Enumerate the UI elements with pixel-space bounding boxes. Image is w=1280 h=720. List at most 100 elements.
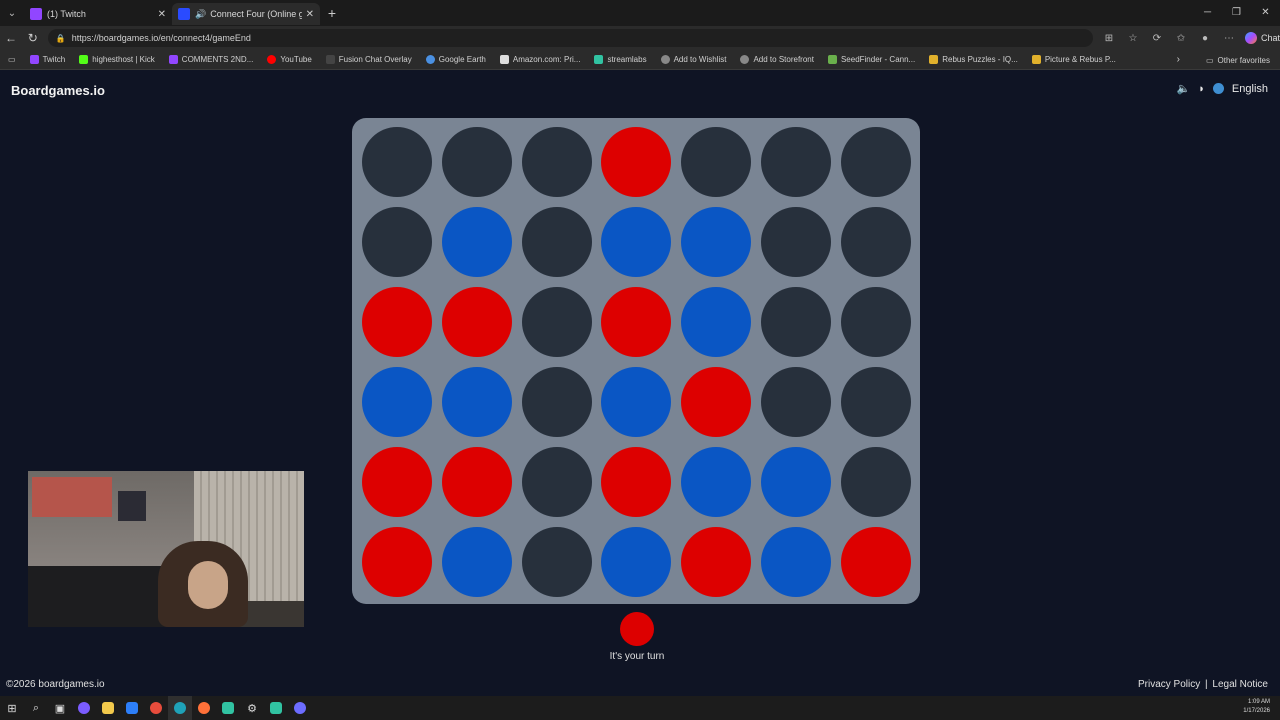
streamlabs-icon[interactable] <box>216 696 240 720</box>
bookmark-item[interactable]: Add to Storefront <box>740 55 814 64</box>
minimize-icon[interactable]: ─ <box>1193 0 1222 26</box>
obs-icon[interactable] <box>288 696 312 720</box>
search-icon[interactable]: ⌕ <box>24 696 48 720</box>
board-cell-blue[interactable] <box>441 527 512 597</box>
board-cell-red[interactable] <box>362 447 432 517</box>
extensions-icon[interactable]: ⟳ <box>1145 33 1169 44</box>
start-menu-icon[interactable]: ⊞ <box>0 696 24 720</box>
firefox-icon[interactable] <box>192 696 216 720</box>
bookmark-item[interactable]: Google Earth <box>425 55 486 64</box>
edge-icon[interactable] <box>168 696 192 720</box>
chrome-icon[interactable] <box>144 696 168 720</box>
privacy-policy-link[interactable]: Privacy Policy <box>1138 679 1200 690</box>
board-cell-empty[interactable] <box>521 527 592 597</box>
board-cell-empty[interactable] <box>362 127 432 197</box>
sound-icon[interactable]: 🔈 <box>1177 82 1191 95</box>
board-cell-empty[interactable] <box>521 447 592 517</box>
connect-four-board[interactable] <box>352 118 920 604</box>
board-cell-red[interactable] <box>441 447 512 517</box>
board-cell-blue[interactable] <box>362 367 432 437</box>
bookmark-item[interactable]: Twitch <box>29 55 65 64</box>
bookmark-item[interactable]: COMMENTS 2ND... <box>168 55 253 64</box>
board-cell-blue[interactable] <box>601 367 672 437</box>
url-input[interactable]: 🔒 https://boardgames.io/en/connect4/game… <box>47 29 1093 47</box>
board-cell-empty[interactable] <box>840 367 911 437</box>
bookmark-item[interactable]: YouTube <box>267 55 312 64</box>
board-cell-blue[interactable] <box>681 447 752 517</box>
board-cell-empty[interactable] <box>761 127 831 197</box>
refresh-icon[interactable]: ↻ <box>22 31 44 45</box>
tab-connect-four[interactable]: 🔊 Connect Four (Online game I ✕ <box>172 3 320 25</box>
board-cell-blue[interactable] <box>681 207 752 277</box>
board-cell-blue[interactable] <box>681 287 752 357</box>
board-cell-blue[interactable] <box>441 207 512 277</box>
system-clock[interactable]: 1:09 AM 1/17/2026 <box>1243 698 1270 716</box>
board-cell-empty[interactable] <box>840 127 911 197</box>
dark-mode-icon[interactable]: ◗ <box>1198 83 1205 95</box>
profile-avatar-icon[interactable]: ● <box>1193 33 1217 44</box>
back-arrow-icon[interactable]: ← <box>0 31 22 45</box>
board-cell-red[interactable] <box>681 527 752 597</box>
favorite-star-icon[interactable]: ☆ <box>1121 33 1145 44</box>
bookmark-item[interactable]: highesthost | Kick <box>79 55 155 64</box>
task-view-icon[interactable]: ▣ <box>48 696 72 720</box>
copilot-chat-button[interactable]: Chat <box>1244 32 1280 44</box>
board-cell-red[interactable] <box>601 127 672 197</box>
bookmark-item[interactable]: Fusion Chat Overlay <box>325 55 412 64</box>
bookmark-item[interactable]: Add to Wishlist <box>660 55 726 64</box>
board-cell-empty[interactable] <box>521 127 592 197</box>
restore-icon[interactable]: ❐ <box>1222 0 1251 26</box>
favorites-icon[interactable]: ✩ <box>1169 33 1193 44</box>
board-cell-red[interactable] <box>601 287 672 357</box>
board-cell-red[interactable] <box>601 447 672 517</box>
bookmarks-menu-icon[interactable]: ▭ <box>8 55 16 64</box>
app-icon[interactable] <box>264 696 288 720</box>
file-explorer-icon[interactable] <box>96 696 120 720</box>
board-cell-blue[interactable] <box>441 367 512 437</box>
language-selector[interactable]: English <box>1232 83 1268 95</box>
board-cell-empty[interactable] <box>362 207 432 277</box>
board-cell-red[interactable] <box>441 287 512 357</box>
board-cell-empty[interactable] <box>840 287 911 357</box>
board-cell-blue[interactable] <box>761 447 831 517</box>
more-menu-icon[interactable]: ⋯ <box>1217 33 1241 44</box>
other-favorites-folder[interactable]: ▭ Other favorites <box>1206 50 1270 70</box>
board-cell-empty[interactable] <box>761 287 831 357</box>
tab-twitch[interactable]: (1) Twitch ✕ <box>24 3 172 25</box>
tab-actions-menu-icon[interactable]: ⌄ <box>0 0 24 26</box>
bookmark-item[interactable]: streamlabs <box>594 55 647 64</box>
board-cell-empty[interactable] <box>521 287 592 357</box>
board-cell-empty[interactable] <box>761 367 831 437</box>
store-icon[interactable] <box>120 696 144 720</box>
chevron-right-icon[interactable]: › <box>1177 50 1180 70</box>
board-cell-blue[interactable] <box>601 207 672 277</box>
board-cell-empty[interactable] <box>761 207 831 277</box>
speaker-icon[interactable]: 🔊 <box>195 9 206 20</box>
app-available-icon[interactable]: ⊞ <box>1097 33 1121 44</box>
board-cell-red[interactable] <box>362 527 432 597</box>
board-cell-blue[interactable] <box>761 527 831 597</box>
copilot-icon[interactable] <box>72 696 96 720</box>
bookmark-item[interactable]: Amazon.com: Pri... <box>499 55 580 64</box>
bookmark-item[interactable]: Rebus Puzzles - IQ... <box>929 55 1018 64</box>
board-cell-empty[interactable] <box>521 367 592 437</box>
board-cell-red[interactable] <box>362 287 432 357</box>
settings-icon[interactable]: ⚙ <box>240 696 264 720</box>
new-tab-button[interactable]: + <box>320 5 344 21</box>
board-cell-empty[interactable] <box>681 127 752 197</box>
site-logo[interactable]: Boardgames.io <box>11 83 105 98</box>
board-cell-red[interactable] <box>681 367 752 437</box>
board-cell-empty[interactable] <box>840 207 911 277</box>
board-cell-blue[interactable] <box>601 527 672 597</box>
chat-label: Chat <box>1260 33 1280 43</box>
bookmark-item[interactable]: SeedFinder - Cann... <box>827 55 915 64</box>
close-icon[interactable]: ✕ <box>158 9 166 20</box>
close-icon[interactable]: ✕ <box>306 9 314 20</box>
board-cell-empty[interactable] <box>521 207 592 277</box>
board-cell-empty[interactable] <box>840 447 911 517</box>
close-window-icon[interactable]: ✕ <box>1251 0 1280 26</box>
board-cell-red[interactable] <box>840 527 911 597</box>
board-cell-empty[interactable] <box>441 127 512 197</box>
bookmark-item[interactable]: Picture & Rebus P... <box>1031 55 1116 64</box>
legal-notice-link[interactable]: Legal Notice <box>1212 679 1268 690</box>
